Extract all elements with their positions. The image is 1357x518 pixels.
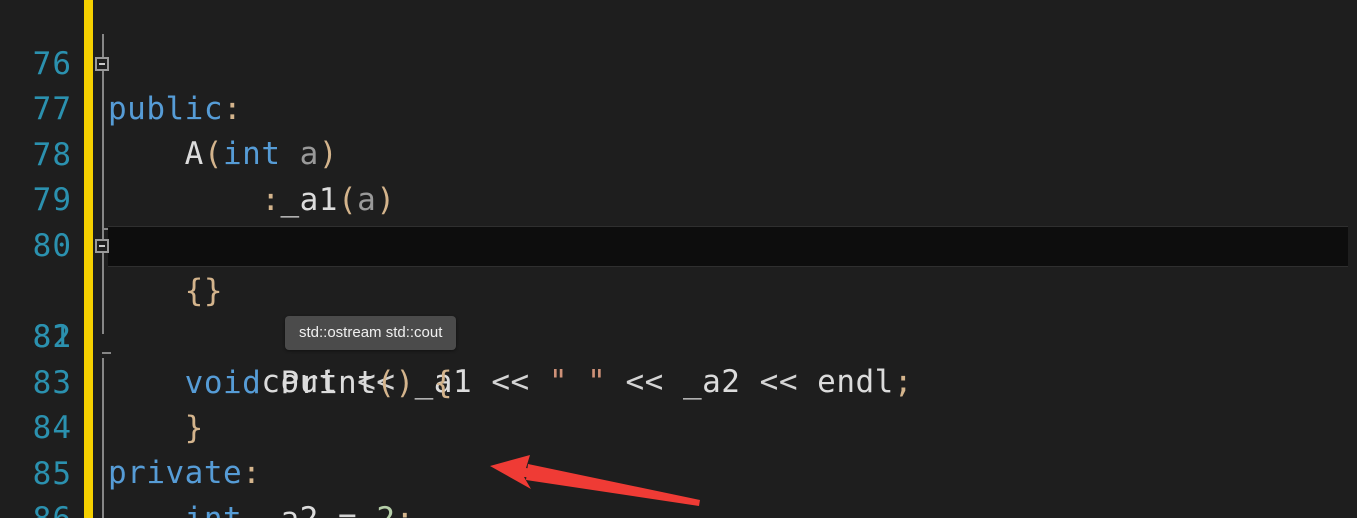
outline-toggle-line-81[interactable] bbox=[95, 239, 109, 253]
code-line-78[interactable]: 78 :_a1(a) bbox=[0, 87, 1357, 219]
token: void bbox=[184, 364, 262, 401]
code-line-81-current[interactable]: 81 void Print() { bbox=[0, 224, 1357, 401]
code-line-85[interactable]: 85 int _a2 = 2; bbox=[0, 406, 1357, 518]
token: () bbox=[376, 364, 415, 401]
token: { bbox=[433, 364, 453, 401]
code-line-87[interactable]: 87 }; bbox=[0, 497, 1357, 518]
code-line-77[interactable]: 77 A(int a) bbox=[0, 41, 1357, 173]
code-line-86[interactable]: 86 int _a1 = 2; bbox=[0, 451, 1357, 518]
code-line-82[interactable]: 82 cout << _a1 << " " << _a2 << endl; bbox=[0, 269, 1357, 401]
quick-info-tooltip: std::ostream std::cout bbox=[285, 316, 457, 350]
outline-toggle-line-77[interactable] bbox=[95, 57, 109, 71]
code-text[interactable]: void Print() { bbox=[108, 361, 453, 407]
token: Print bbox=[280, 364, 377, 401]
code-line-76[interactable]: 76 public: bbox=[0, 0, 1357, 128]
current-line-highlight bbox=[108, 226, 1348, 267]
code-line-83[interactable]: 83 } bbox=[0, 315, 1357, 447]
code-editor-viewport: 76 public: 77 A(int a) 78 :_a1(a) 79 , _… bbox=[0, 0, 1357, 518]
code-line-79[interactable]: 79 , _a2(_a1) bbox=[0, 132, 1357, 264]
code-line-80[interactable]: 80 {} bbox=[0, 178, 1357, 310]
